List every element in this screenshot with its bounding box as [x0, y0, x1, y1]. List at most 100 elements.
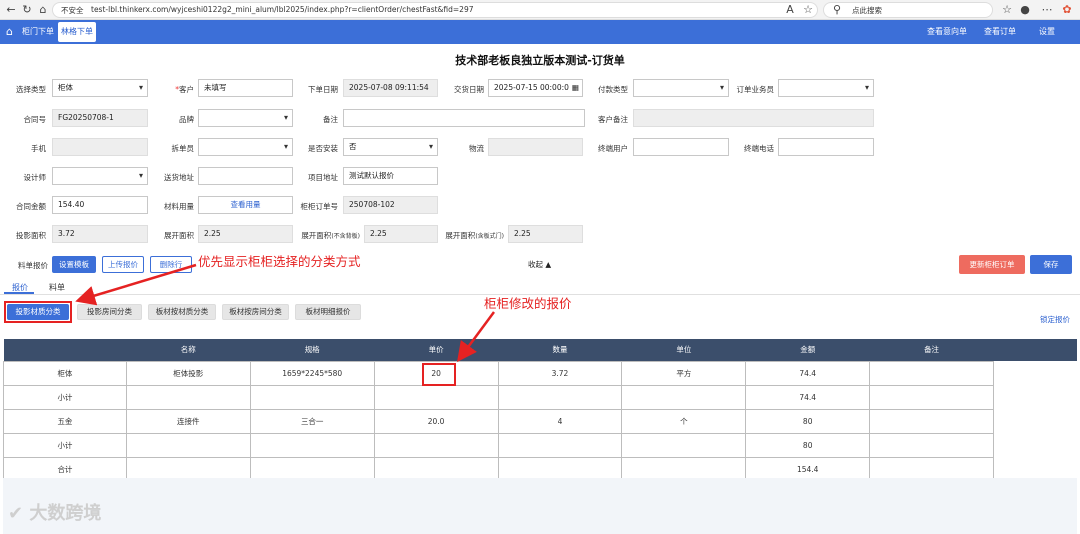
phone-label: 手机 — [31, 144, 46, 153]
order-date-field: 2025-07-08 09:11:54 — [343, 79, 438, 97]
nav-settings[interactable]: 设置 — [1039, 20, 1055, 44]
table-cell: 三合一 — [249, 408, 375, 434]
table-row: 柜体 柜体投影 1659*2245*580 20 3.72 平方 74.4 — [3, 360, 1077, 386]
select-type-dropdown[interactable]: 柜体 — [52, 79, 148, 97]
table-cell: 4 — [497, 408, 623, 434]
project-address-field[interactable]: 测试默认报价 — [343, 167, 438, 185]
brand-dropdown[interactable] — [198, 109, 293, 127]
table-cell: 连接件 — [125, 408, 251, 434]
table-cell: 74.4 — [745, 384, 871, 410]
select-type-label: 选择类型 — [16, 85, 46, 94]
table-cell — [621, 432, 747, 458]
table-cell — [249, 432, 375, 458]
salesperson-dropdown[interactable] — [778, 79, 874, 97]
table-cell — [125, 384, 251, 410]
material-usage-label: 材料用量 — [164, 202, 194, 211]
cabinet-order-no-label: 柜柜订单号 — [300, 202, 339, 211]
delivery-date-value: 2025-07-15 00:00:0 — [494, 83, 569, 92]
table-cell: 柜体投影 — [125, 360, 251, 386]
ship-address-label: 送货地址 — [164, 173, 194, 182]
contract-no-label: 合同号 — [23, 115, 47, 124]
unfold-area-no-back-label-text: 展开面积 — [301, 231, 332, 240]
annotation-category-note: 优先显示柜柜选择的分类方式 — [198, 254, 361, 269]
disassembler-dropdown[interactable] — [198, 138, 293, 156]
nav-view-intent-orders[interactable]: 查看意向单 — [927, 20, 967, 44]
more-icon[interactable]: ⋯ — [1040, 3, 1054, 17]
ship-address-field[interactable] — [198, 167, 293, 185]
collapse-toggle[interactable]: 收起 ▲ — [528, 259, 551, 270]
table-cell: 平方 — [621, 360, 747, 386]
col-header-unit: 单位 — [621, 339, 746, 361]
view-usage-button[interactable]: 查看用量 — [198, 196, 293, 214]
salesperson-label: 订单业务员 — [736, 85, 775, 94]
copilot-icon[interactable]: ✿ — [1060, 3, 1074, 17]
lock-quote-link[interactable]: 锁定报价 — [1040, 314, 1070, 325]
table-cell — [621, 384, 747, 410]
tab-material-list[interactable]: 料单 — [49, 282, 65, 293]
col-header-quantity: 数量 — [498, 339, 622, 361]
watermark-text: 大数跨境 — [29, 503, 102, 524]
table-footer-area — [3, 478, 1077, 534]
unfold-area-no-door-note: (含板式门) — [475, 233, 504, 240]
save-button[interactable]: 保存 — [1030, 255, 1072, 274]
col-header-remark: 备注 — [869, 339, 994, 361]
caret-up-icon: ▲ — [543, 260, 552, 269]
table-cell: 小计 — [3, 384, 127, 410]
browser-search-box[interactable]: ⚲ 点此搜索 — [823, 2, 993, 18]
end-phone-label: 终端电话 — [744, 144, 774, 153]
nav-view-orders[interactable]: 查看订单 — [984, 20, 1016, 44]
search-placeholder: 点此搜索 — [852, 6, 882, 15]
avatar[interactable]: ● — [1018, 3, 1032, 17]
back-icon[interactable]: ← — [4, 3, 18, 17]
home-icon[interactable]: ⌂ — [6, 20, 13, 44]
remark-cell[interactable] — [869, 408, 994, 434]
table-spacer — [994, 385, 1077, 409]
collapse-label: 收起 — [528, 260, 543, 269]
table-spacer — [994, 361, 1077, 385]
category-board-detail-button[interactable]: 板材明细报价 — [295, 304, 361, 320]
nav-item-cabinet-order[interactable]: 林格下单 — [58, 22, 96, 42]
remark-cell[interactable] — [869, 360, 994, 386]
url-text[interactable]: test-lbl.thinkerx.com/wyjceshi0122g2_min… — [91, 5, 474, 14]
project-address-label: 项目地址 — [308, 173, 338, 182]
payment-type-label: 付款类型 — [598, 85, 628, 94]
unit-price-cell[interactable]: 20.0 — [373, 408, 499, 434]
upload-quote-button[interactable]: 上传报价 — [102, 256, 144, 273]
set-template-button[interactable]: 设置模板 — [52, 256, 96, 273]
refresh-icon[interactable]: ↻ — [20, 3, 34, 17]
insecure-label: 不安全 — [61, 6, 84, 15]
category-board-material-button[interactable]: 板材按材质分类 — [148, 304, 216, 320]
disassembler-label: 拆单员 — [171, 144, 195, 153]
col-header-category — [3, 339, 127, 361]
annotation-highlight-box — [4, 301, 72, 323]
need-install-dropdown[interactable]: 否 — [343, 138, 438, 156]
remark-textarea[interactable] — [343, 109, 585, 127]
payment-type-dropdown[interactable] — [633, 79, 729, 97]
calendar-icon[interactable]: ▦ — [572, 80, 579, 96]
update-cabinet-order-button[interactable]: 更新柜柜订单 — [959, 255, 1025, 274]
contract-amount-field[interactable]: 154.40 — [52, 196, 148, 214]
delete-row-button[interactable]: 删除行 — [150, 256, 192, 273]
category-projected-room-button[interactable]: 投影房间分类 — [77, 304, 142, 320]
need-install-label: 是否安装 — [308, 144, 338, 153]
favorite-icon[interactable]: ☆ — [801, 3, 815, 17]
unfold-area-no-back-field: 2.25 — [364, 225, 438, 243]
designer-dropdown[interactable] — [52, 167, 148, 185]
end-phone-field[interactable] — [778, 138, 874, 156]
unfold-area-field: 2.25 — [198, 225, 293, 243]
delivery-date-field[interactable]: 2025-07-15 00:00:0 ▦ — [488, 79, 583, 97]
home-icon[interactable]: ⌂ — [36, 3, 50, 17]
category-board-room-button[interactable]: 板材按房间分类 — [222, 304, 289, 320]
table-cell — [497, 432, 623, 458]
address-bar[interactable]: 不安全 test-lbl.thinkerx.com/wyjceshi0122g2… — [52, 2, 818, 18]
nav-item-door-order[interactable]: 柜门下单 — [22, 20, 54, 44]
browser-toolbar: ← ↻ ⌂ 不安全 test-lbl.thinkerx.com/wyjceshi… — [0, 0, 1080, 20]
customer-label-text: 客户 — [179, 85, 194, 94]
page-title: 技术部老板良独立版本测试-订货单 — [455, 54, 625, 67]
unfold-area-no-door-field: 2.25 — [508, 225, 583, 243]
end-user-field[interactable] — [633, 138, 729, 156]
favorites-icon[interactable]: ☆ — [1000, 3, 1014, 17]
read-aloud-icon[interactable]: A — [783, 3, 797, 17]
unfold-area-no-back-label: 展开面积(不含背板) — [296, 230, 360, 241]
customer-field[interactable]: 未填写 — [198, 79, 293, 97]
